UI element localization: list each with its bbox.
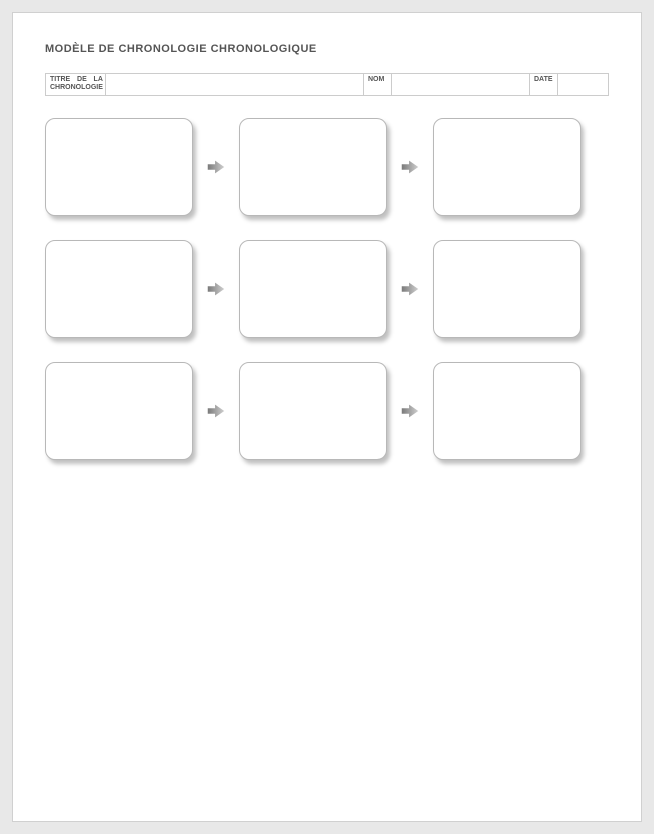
arrow-right-icon — [395, 400, 425, 422]
timeline-card[interactable] — [239, 118, 387, 216]
timeline-row — [45, 240, 609, 338]
chronology-title-value[interactable] — [106, 74, 364, 95]
chronology-title-label: TITRE DE LA CHRONOLOGIE — [46, 74, 106, 95]
date-label: DATE — [530, 74, 558, 95]
timeline-card[interactable] — [45, 362, 193, 460]
timeline-card[interactable] — [45, 118, 193, 216]
name-label: NOM — [364, 74, 392, 95]
arrow-right-icon — [395, 156, 425, 178]
arrow-right-icon — [201, 400, 231, 422]
timeline-grid — [45, 118, 609, 460]
date-value[interactable] — [558, 74, 608, 95]
timeline-row — [45, 118, 609, 216]
document-page: MODÈLE DE CHRONOLOGIE CHRONOLOGIQUE TITR… — [12, 12, 642, 822]
name-value[interactable] — [392, 74, 530, 95]
timeline-card[interactable] — [239, 362, 387, 460]
page-title: MODÈLE DE CHRONOLOGIE CHRONOLOGIQUE — [45, 43, 609, 55]
timeline-card[interactable] — [45, 240, 193, 338]
timeline-card[interactable] — [239, 240, 387, 338]
header-table: TITRE DE LA CHRONOLOGIE NOM DATE — [45, 73, 609, 96]
timeline-card[interactable] — [433, 240, 581, 338]
timeline-card[interactable] — [433, 362, 581, 460]
arrow-right-icon — [201, 156, 231, 178]
timeline-card[interactable] — [433, 118, 581, 216]
arrow-right-icon — [201, 278, 231, 300]
timeline-row — [45, 362, 609, 460]
arrow-right-icon — [395, 278, 425, 300]
